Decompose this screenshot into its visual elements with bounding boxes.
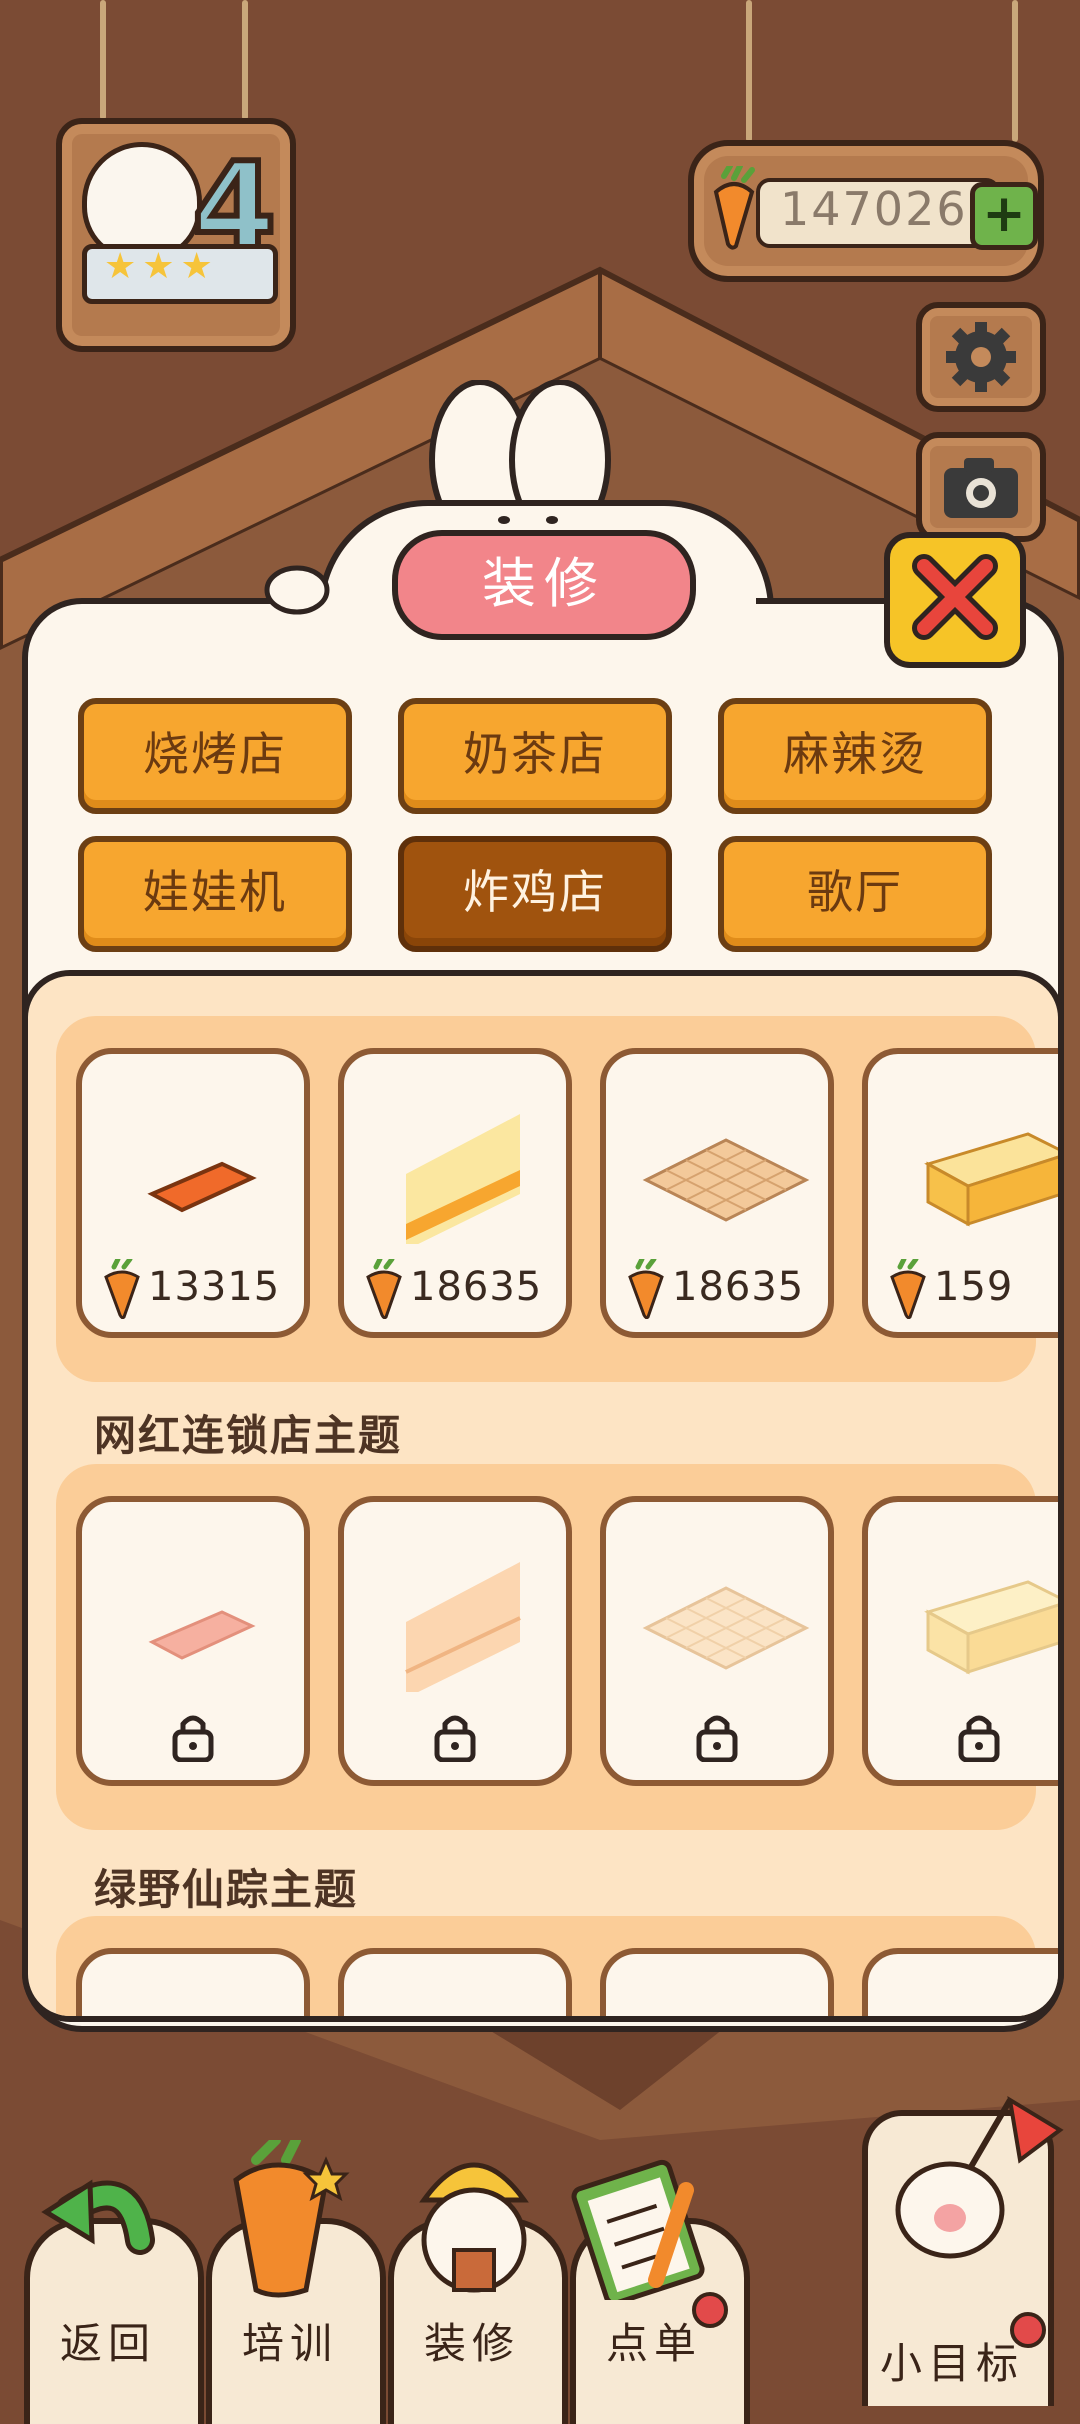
category-button-karaoke[interactable]: 歌厅 bbox=[718, 836, 992, 952]
category-button-milk-tea[interactable]: 奶茶店 bbox=[398, 698, 672, 814]
level-stars: ★★★ bbox=[104, 246, 219, 287]
nav-label-back: 返回 bbox=[59, 2319, 156, 2368]
close-button[interactable] bbox=[884, 532, 1026, 668]
items-scroll-panel[interactable]: 13315 18635 18635 159 网红连锁店主题 绿野仙踪主题 bbox=[22, 970, 1064, 2022]
item-card-floor-mat[interactable]: 13315 bbox=[76, 1048, 310, 1338]
pink-mat-item-image bbox=[148, 1610, 256, 1660]
currency-rope-right bbox=[1012, 0, 1018, 142]
item-card[interactable] bbox=[600, 1948, 834, 2016]
category-button-fried-chicken[interactable]: 炸鸡店 bbox=[398, 836, 672, 952]
lock-icon bbox=[434, 1715, 476, 1762]
cream-counter-item-image bbox=[924, 1580, 1058, 1675]
nav-label-order: 点单 bbox=[605, 2319, 702, 2368]
peach-wall-item-image bbox=[405, 1562, 521, 1692]
bunny-paw-flag-icon bbox=[895, 2096, 1064, 2259]
settings-button[interactable] bbox=[916, 302, 1046, 412]
nav-label-train: 培训 bbox=[241, 2319, 338, 2368]
category-button-bbq[interactable]: 烧烤店 bbox=[78, 698, 352, 814]
item-card[interactable] bbox=[76, 1948, 310, 2016]
category-button-malatang[interactable]: 麻辣烫 bbox=[718, 698, 992, 814]
section-title: 网红连锁店主题 bbox=[94, 1411, 403, 1460]
item-price: 18635 bbox=[410, 1264, 543, 1310]
carrot-icon bbox=[628, 1259, 664, 1319]
floor-mat-item-image bbox=[147, 1161, 257, 1213]
wood-floor-item-image bbox=[642, 1138, 810, 1222]
item-card-locked[interactable] bbox=[600, 1496, 834, 1786]
item-card-wood-floor[interactable]: 18635 bbox=[600, 1048, 834, 1338]
badge-rope-left bbox=[100, 0, 106, 120]
builder-bunny-icon bbox=[419, 2162, 529, 2293]
category-button-claw-machine[interactable]: 娃娃机 bbox=[78, 836, 352, 952]
dialog-title: 装修 bbox=[392, 530, 696, 640]
nav-label-decorate: 装修 bbox=[423, 2319, 520, 2368]
lock-icon bbox=[172, 1715, 214, 1762]
add-carrots-button[interactable]: + bbox=[970, 182, 1038, 250]
carrot-icon bbox=[890, 1259, 926, 1319]
item-card-counter[interactable]: 159 bbox=[862, 1048, 1058, 1338]
item-card-locked[interactable] bbox=[862, 1496, 1058, 1786]
item-price: 13315 bbox=[148, 1264, 281, 1310]
camera-icon bbox=[944, 458, 1018, 518]
item-card[interactable] bbox=[862, 1948, 1058, 2016]
item-card-yellow-wall[interactable]: 18635 bbox=[338, 1048, 572, 1338]
gear-icon bbox=[946, 322, 1016, 392]
order-clipboard-icon bbox=[571, 2159, 705, 2300]
player-level-badge[interactable]: 4 ★★★ bbox=[56, 118, 296, 352]
item-price: 18635 bbox=[672, 1264, 805, 1310]
lock-icon bbox=[696, 1715, 738, 1762]
checker-floor-item-image bbox=[642, 1586, 810, 1670]
close-icon bbox=[912, 554, 998, 640]
nav-label-goal: 小目标 bbox=[879, 2339, 1024, 2388]
carrot-trainer-icon bbox=[233, 2140, 350, 2298]
carrot-icon bbox=[713, 166, 755, 250]
bunny-paw-icon bbox=[264, 565, 330, 615]
item-card-locked[interactable] bbox=[76, 1496, 310, 1786]
badge-rope-right bbox=[242, 0, 248, 120]
lock-icon bbox=[958, 1715, 1000, 1762]
item-card-locked[interactable] bbox=[338, 1496, 572, 1786]
back-arrow-icon bbox=[41, 2179, 155, 2255]
carrot-currency-panel: 147026 + bbox=[688, 140, 1044, 282]
item-price: 159 bbox=[934, 1264, 1014, 1310]
yellow-wall-item-image bbox=[406, 1114, 520, 1244]
counter-item-image bbox=[924, 1132, 1058, 1227]
carrot-count: 147026 bbox=[780, 182, 968, 236]
item-card[interactable] bbox=[338, 1948, 572, 2016]
currency-rope-left bbox=[746, 0, 752, 142]
carrot-icon bbox=[366, 1259, 402, 1319]
carrot-icon bbox=[104, 1259, 140, 1319]
section-title: 绿野仙踪主题 bbox=[94, 1865, 359, 1914]
camera-button[interactable] bbox=[916, 432, 1046, 542]
